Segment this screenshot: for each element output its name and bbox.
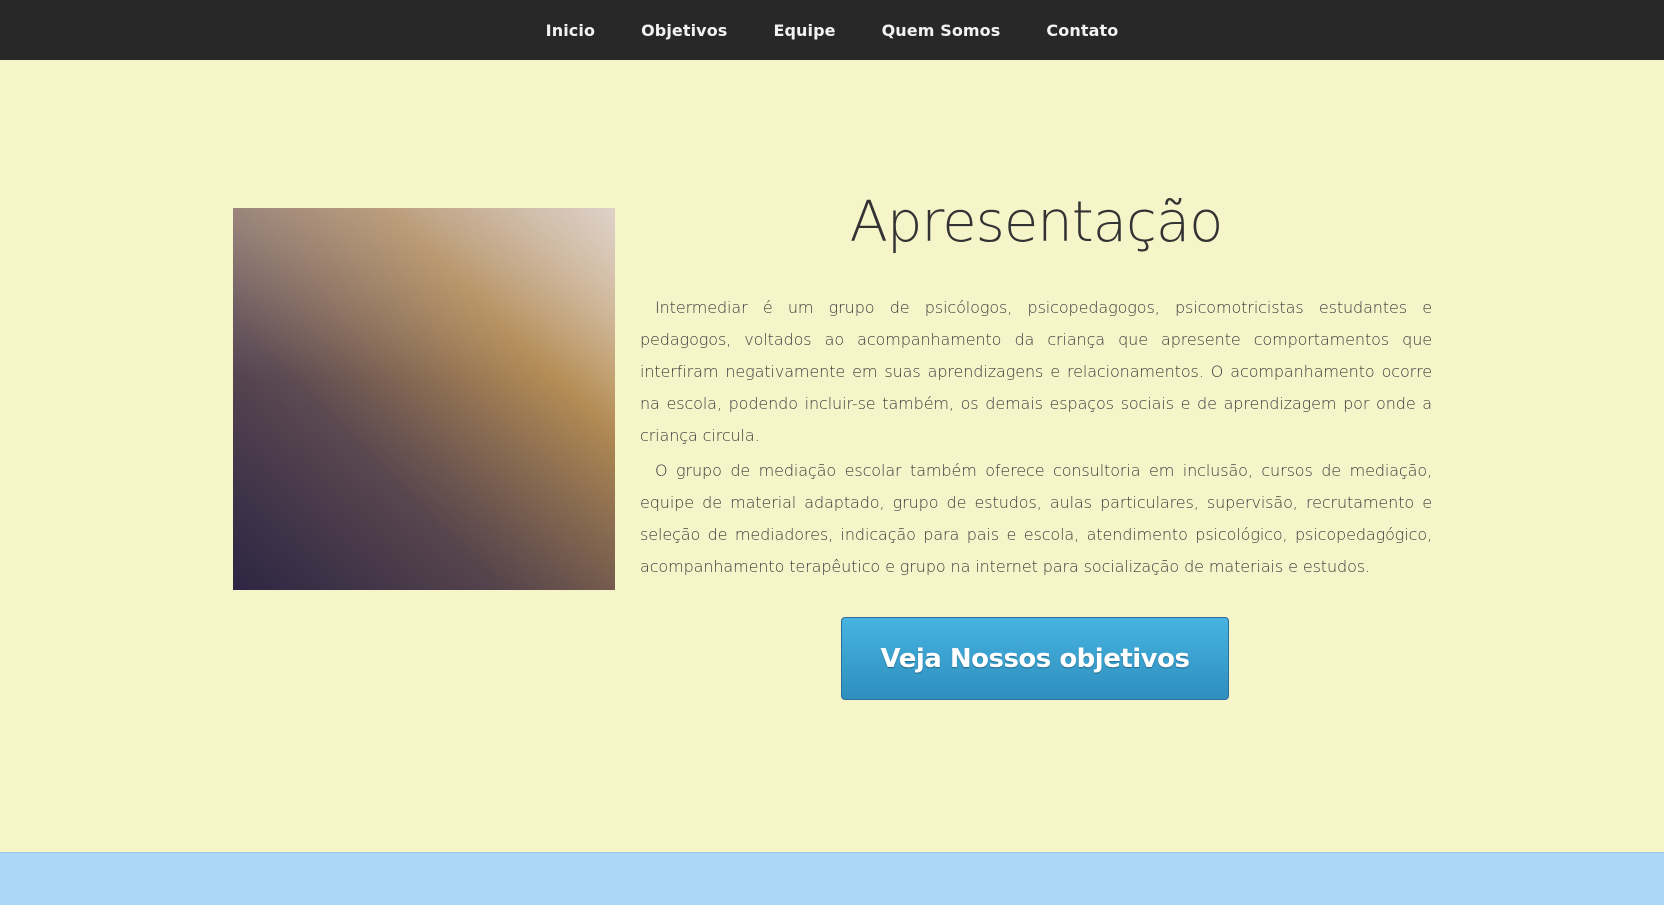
nav-item-quem-somos[interactable]: Quem Somos [882,21,1001,40]
top-nav: Inicio Objetivos Equipe Quem Somos Conta… [0,0,1664,60]
nav-item-objetivos[interactable]: Objetivos [641,21,727,40]
next-section [0,852,1664,905]
intro-paragraph-2: O grupo de mediação escolar também ofere… [640,461,1432,576]
nav-item-equipe[interactable]: Equipe [773,21,835,40]
page: Inicio Objetivos Equipe Quem Somos Conta… [0,0,1680,905]
section-heading: Apresentação [849,190,1224,255]
objectives-button[interactable]: Veja Nossos objetivos [841,617,1229,700]
intro-paragraph-1: Intermediar é um grupo de psicólogos, ps… [640,298,1432,445]
presentation-section: Apresentação Intermediar é um grupo de p… [0,60,1664,852]
scrollbar-gutter [1664,0,1680,905]
presentation-image [233,208,615,590]
nav-item-contato[interactable]: Contato [1046,21,1118,40]
nav-item-inicio[interactable]: Inicio [546,21,595,40]
